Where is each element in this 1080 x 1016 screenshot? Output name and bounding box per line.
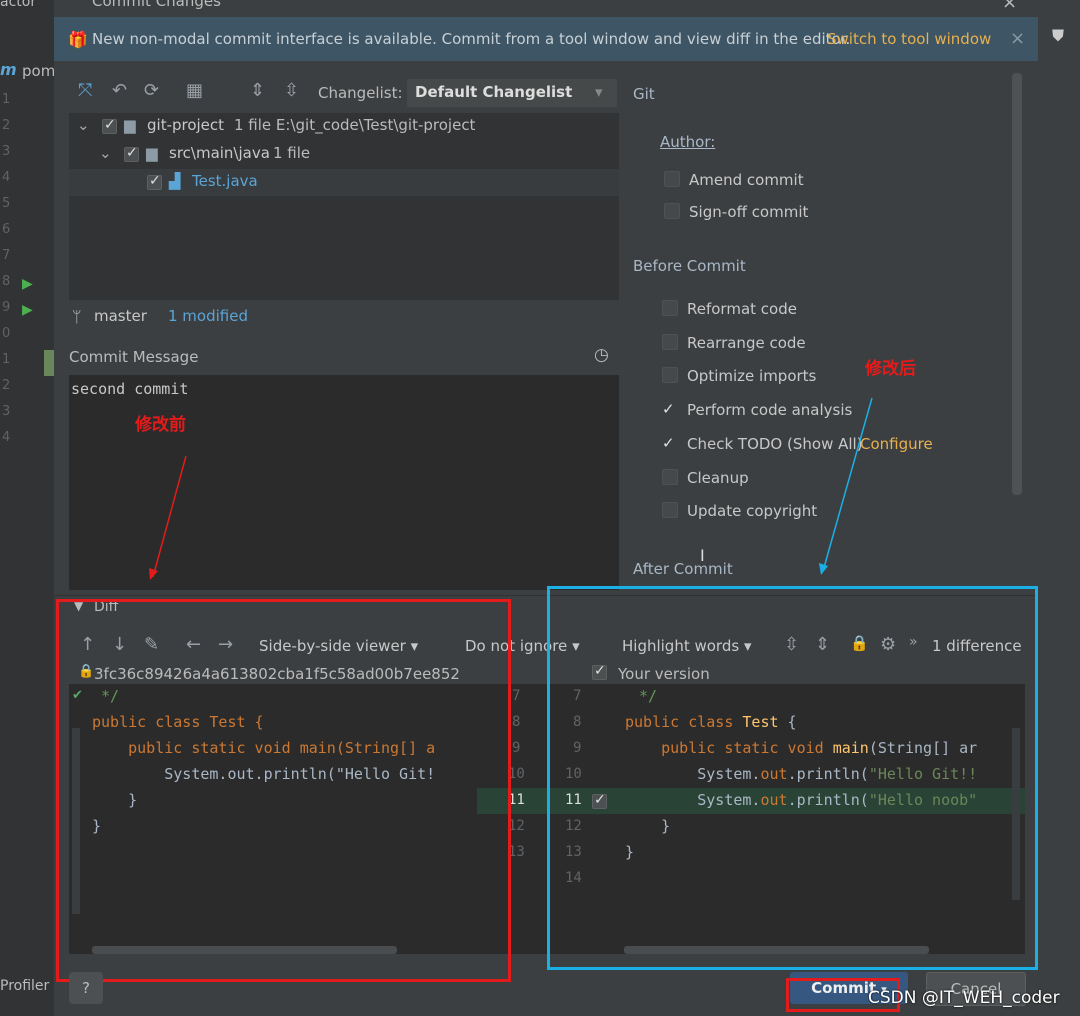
option-checkbox[interactable]	[662, 502, 678, 519]
chevron-down-icon: ▾	[595, 83, 603, 101]
maven-icon: m	[0, 60, 17, 79]
option-checkbox[interactable]	[662, 300, 678, 316]
tree-row-project[interactable]: ⌄ ▆ git-project 1 file E:\git_code\Test\…	[69, 113, 619, 140]
tree-detail: 1 file	[273, 144, 311, 162]
tree-detail: 1 file E:\git_code\Test\git-project	[234, 116, 476, 134]
option-label[interactable]: Check TODO (Show All)	[687, 435, 863, 453]
tree-label: git-project	[147, 116, 225, 134]
folder-icon: ▆	[124, 116, 136, 134]
profiler-tab[interactable]: Profiler	[0, 978, 49, 994]
commit-message-text: second commit	[71, 380, 189, 398]
line-number: 9	[2, 300, 11, 315]
run-icon[interactable]: ▶	[22, 276, 33, 292]
line-number: 1	[2, 92, 11, 107]
tree-row-folder[interactable]: ⌄ ▆ src\main\java 1 file	[69, 141, 619, 168]
before-commit-header: Before Commit	[633, 257, 746, 275]
chevron-down-icon[interactable]: ⌄	[99, 144, 112, 162]
commit-message-label: Commit Message	[69, 348, 199, 366]
rollback-icon[interactable]: ↶	[112, 80, 127, 101]
signoff-checkbox[interactable]	[664, 203, 680, 219]
changelist-label: Changelist:	[318, 84, 403, 102]
ide-gutter: actor m pom 1 2 3 4 5 6 7 8 9 0 1 2 3 4 ▶ ▶ Profiler	[0, 0, 55, 1016]
option-label[interactable]: Rearrange code	[687, 334, 806, 352]
left-line-number: 9	[512, 740, 521, 756]
branch-name: master	[94, 307, 147, 325]
tree-label: Test.java	[192, 172, 258, 190]
author-label: Author:	[660, 133, 716, 151]
banner-close-icon[interactable]: ×	[1010, 28, 1025, 49]
changelist-select[interactable]: Default Changelist ▾	[407, 79, 617, 107]
refresh-icon[interactable]: ⟳	[144, 80, 159, 101]
run-icon[interactable]: ▶	[22, 302, 33, 318]
amend-label[interactable]: Amend commit	[689, 171, 804, 189]
line-number: 3	[2, 404, 11, 419]
line-number: 1	[2, 352, 11, 367]
folder-checkbox[interactable]	[124, 145, 139, 162]
line-number: 8	[2, 274, 11, 289]
line-number: 0	[2, 326, 11, 341]
switch-to-tool-window-link[interactable]: Switch to tool window	[827, 30, 991, 48]
ide-right-panel: ⛊	[1038, 0, 1080, 1016]
annotation-blue-box	[547, 586, 1038, 970]
branch-icon: ᛘ	[72, 307, 82, 326]
git-header: Git	[633, 85, 655, 103]
amend-checkbox[interactable]	[664, 171, 680, 187]
expand-all-icon[interactable]: ⇕	[250, 80, 265, 101]
line-number: 4	[2, 170, 11, 185]
ide-menu-text: actor	[0, 0, 37, 10]
option-label[interactable]: Update copyright	[687, 502, 817, 520]
annotation-red-box	[56, 599, 511, 982]
line-number: 5	[2, 196, 11, 211]
line-number: 4	[2, 430, 11, 445]
banner-text: New non-modal commit interface is availa…	[92, 30, 851, 48]
line-number: 6	[2, 222, 11, 237]
option-checkbox[interactable]	[662, 367, 678, 384]
history-icon[interactable]: ◷	[594, 345, 609, 365]
left-line-number: 8	[512, 714, 521, 730]
project-checkbox[interactable]	[102, 117, 117, 134]
line-number: 3	[2, 144, 11, 159]
show-diff-icon[interactable]: ⤧	[78, 80, 92, 101]
option-checkbox[interactable]	[662, 468, 678, 485]
line-number: 7	[2, 248, 11, 263]
after-commit-header: After Commit	[633, 560, 733, 578]
file-checkbox[interactable]	[147, 173, 162, 190]
gift-icon: 🎁	[68, 30, 88, 49]
modified-status[interactable]: 1 modified	[168, 307, 248, 325]
signoff-label[interactable]: Sign-off commit	[689, 203, 808, 221]
line-number: 2	[2, 378, 11, 393]
chevron-down-icon[interactable]: ⌄	[77, 116, 90, 134]
collapse-all-icon[interactable]: ⇳	[284, 80, 299, 101]
shield-icon[interactable]: ⛊	[1052, 26, 1070, 45]
java-file-icon: ▟	[169, 172, 181, 190]
editor-tab[interactable]: pom	[22, 62, 55, 80]
left-line-number: 7	[512, 688, 521, 704]
option-checkbox[interactable]	[662, 333, 678, 350]
line-number: 2	[2, 118, 11, 133]
annotation-before: 修改前	[135, 415, 186, 435]
option-label[interactable]: Perform code analysis	[687, 401, 852, 419]
group-by-icon[interactable]: ▦	[186, 80, 203, 101]
watermark: CSDN @IT_WEH_coder	[868, 988, 1060, 1008]
banner-message: New non-modal commit interface is availa…	[92, 30, 850, 48]
git-panel-scrollbar[interactable]	[1012, 73, 1022, 495]
configure-link[interactable]: Configure	[860, 435, 933, 453]
commit-message-field[interactable]: second commit	[69, 375, 619, 590]
folder-icon: ▆	[146, 144, 158, 162]
dialog-close-icon[interactable]: ×	[1002, 0, 1017, 13]
help-button[interactable]: ?	[69, 972, 103, 1004]
changelist-value: Default Changelist	[415, 83, 573, 101]
changes-tree: ⌄ ▆ git-project 1 file E:\git_code\Test\…	[69, 113, 619, 300]
change-marker	[44, 350, 54, 376]
dialog-title: Commit Changes	[92, 0, 221, 10]
option-label[interactable]: Reformat code	[687, 300, 797, 318]
tree-row-file[interactable]: ▟ Test.java	[69, 169, 619, 196]
option-label[interactable]: Cleanup	[687, 469, 749, 487]
option-checkbox[interactable]: ✓	[662, 401, 678, 417]
tree-label: src\main\java	[169, 144, 270, 162]
option-checkbox[interactable]: ✓	[662, 435, 678, 451]
annotation-after: 修改后	[865, 359, 916, 379]
option-label[interactable]: Optimize imports	[687, 367, 816, 385]
